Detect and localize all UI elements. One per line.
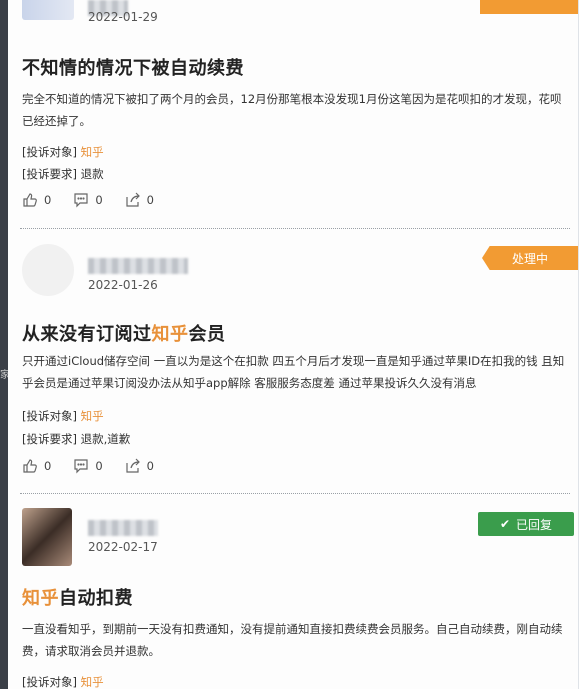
comment-icon bbox=[74, 459, 88, 474]
comment-icon bbox=[74, 193, 88, 208]
avatar[interactable] bbox=[22, 0, 74, 20]
object-label: [投诉对象] bbox=[22, 675, 77, 689]
status-text: 已回复 bbox=[516, 517, 553, 532]
username-blurred[interactable] bbox=[88, 258, 188, 274]
like-button[interactable]: 0 bbox=[22, 458, 51, 474]
divider bbox=[20, 228, 570, 229]
complaint-object: [投诉对象] 知乎 bbox=[22, 408, 104, 424]
title-highlight: 知乎 bbox=[151, 324, 189, 345]
object-label: [投诉对象] bbox=[22, 145, 77, 159]
comment-button[interactable]: 0 bbox=[73, 458, 103, 474]
share-button[interactable]: 0 bbox=[125, 192, 154, 208]
request-label: [投诉要求] bbox=[22, 432, 77, 446]
complaint-feed[interactable]: 2022-01-29 不知情的情况下被自动续费 完全不知道的情况下被扣了两个月的… bbox=[8, 0, 578, 689]
post-date: 2022-02-17 bbox=[88, 540, 158, 554]
complaint-body: 只开通过iCloud储存空间 一直以为是这个在扣款 四五个月后才发现一直是知乎通… bbox=[22, 354, 565, 390]
complaint-title[interactable]: 从来没有订阅过知乎会员 bbox=[22, 320, 226, 346]
username-blurred[interactable] bbox=[88, 520, 158, 536]
post-date: 2022-01-26 bbox=[88, 278, 158, 292]
status-badge-processing: 处理中 bbox=[482, 246, 578, 270]
complaint-title[interactable]: 知乎自动扣费 bbox=[22, 584, 133, 610]
status-badge bbox=[480, 0, 578, 14]
share-count: 0 bbox=[146, 459, 154, 473]
comment-count: 0 bbox=[95, 459, 103, 473]
object-link[interactable]: 知乎 bbox=[81, 675, 104, 689]
check-icon: ✔ bbox=[499, 517, 511, 531]
share-icon bbox=[126, 458, 140, 473]
share-count: 0 bbox=[146, 193, 154, 207]
complaint-title[interactable]: 不知情的情况下被自动续费 bbox=[22, 54, 244, 80]
comment-button[interactable]: 0 bbox=[73, 192, 103, 208]
request-label: [投诉要求] bbox=[22, 167, 77, 181]
title-text: 从来没有订阅过 bbox=[22, 324, 152, 345]
request-value: 退款,道歉 bbox=[80, 432, 131, 446]
title-text: 会员 bbox=[188, 324, 226, 345]
like-count: 0 bbox=[44, 193, 52, 207]
request-value: 退款 bbox=[80, 167, 104, 181]
title-highlight: 知乎 bbox=[22, 588, 59, 609]
avatar[interactable] bbox=[22, 244, 74, 296]
complaint-request: [投诉要求] 退款 bbox=[22, 166, 104, 182]
complaint-object: [投诉对象] 知乎 bbox=[22, 674, 104, 689]
post-date: 2022-01-29 bbox=[88, 10, 158, 24]
avatar[interactable] bbox=[22, 508, 72, 566]
complaint-body: 完全不知道的情况下被扣了两个月的会员，12月份那笔根本没发现1月份这笔因为是花呗… bbox=[22, 92, 562, 128]
action-bar: 0 0 0 bbox=[22, 458, 154, 474]
thumbs-up-icon bbox=[23, 459, 37, 473]
like-button[interactable]: 0 bbox=[22, 192, 51, 208]
complaint-request: [投诉要求] 退款,道歉 bbox=[22, 431, 130, 447]
window-left-edge: 家 bbox=[0, 0, 10, 689]
complaint-object: [投诉对象] 知乎 bbox=[22, 144, 104, 160]
share-icon bbox=[126, 192, 140, 207]
complaint-body: 一直没看知乎，到期前一天没有扣费通知，没有提前通知直接扣费续费会员服务。自己自动… bbox=[22, 622, 563, 658]
status-badge-replied: ✔ 已回复 bbox=[478, 512, 574, 536]
object-label: [投诉对象] bbox=[22, 409, 77, 423]
comment-count: 0 bbox=[95, 193, 103, 207]
object-link[interactable]: 知乎 bbox=[81, 145, 104, 159]
title-text: 自动扣费 bbox=[59, 588, 133, 609]
action-bar: 0 0 0 bbox=[22, 192, 154, 208]
share-button[interactable]: 0 bbox=[125, 458, 154, 474]
divider bbox=[20, 493, 570, 494]
object-link[interactable]: 知乎 bbox=[81, 409, 104, 423]
like-count: 0 bbox=[44, 459, 52, 473]
thumbs-up-icon bbox=[23, 193, 37, 207]
